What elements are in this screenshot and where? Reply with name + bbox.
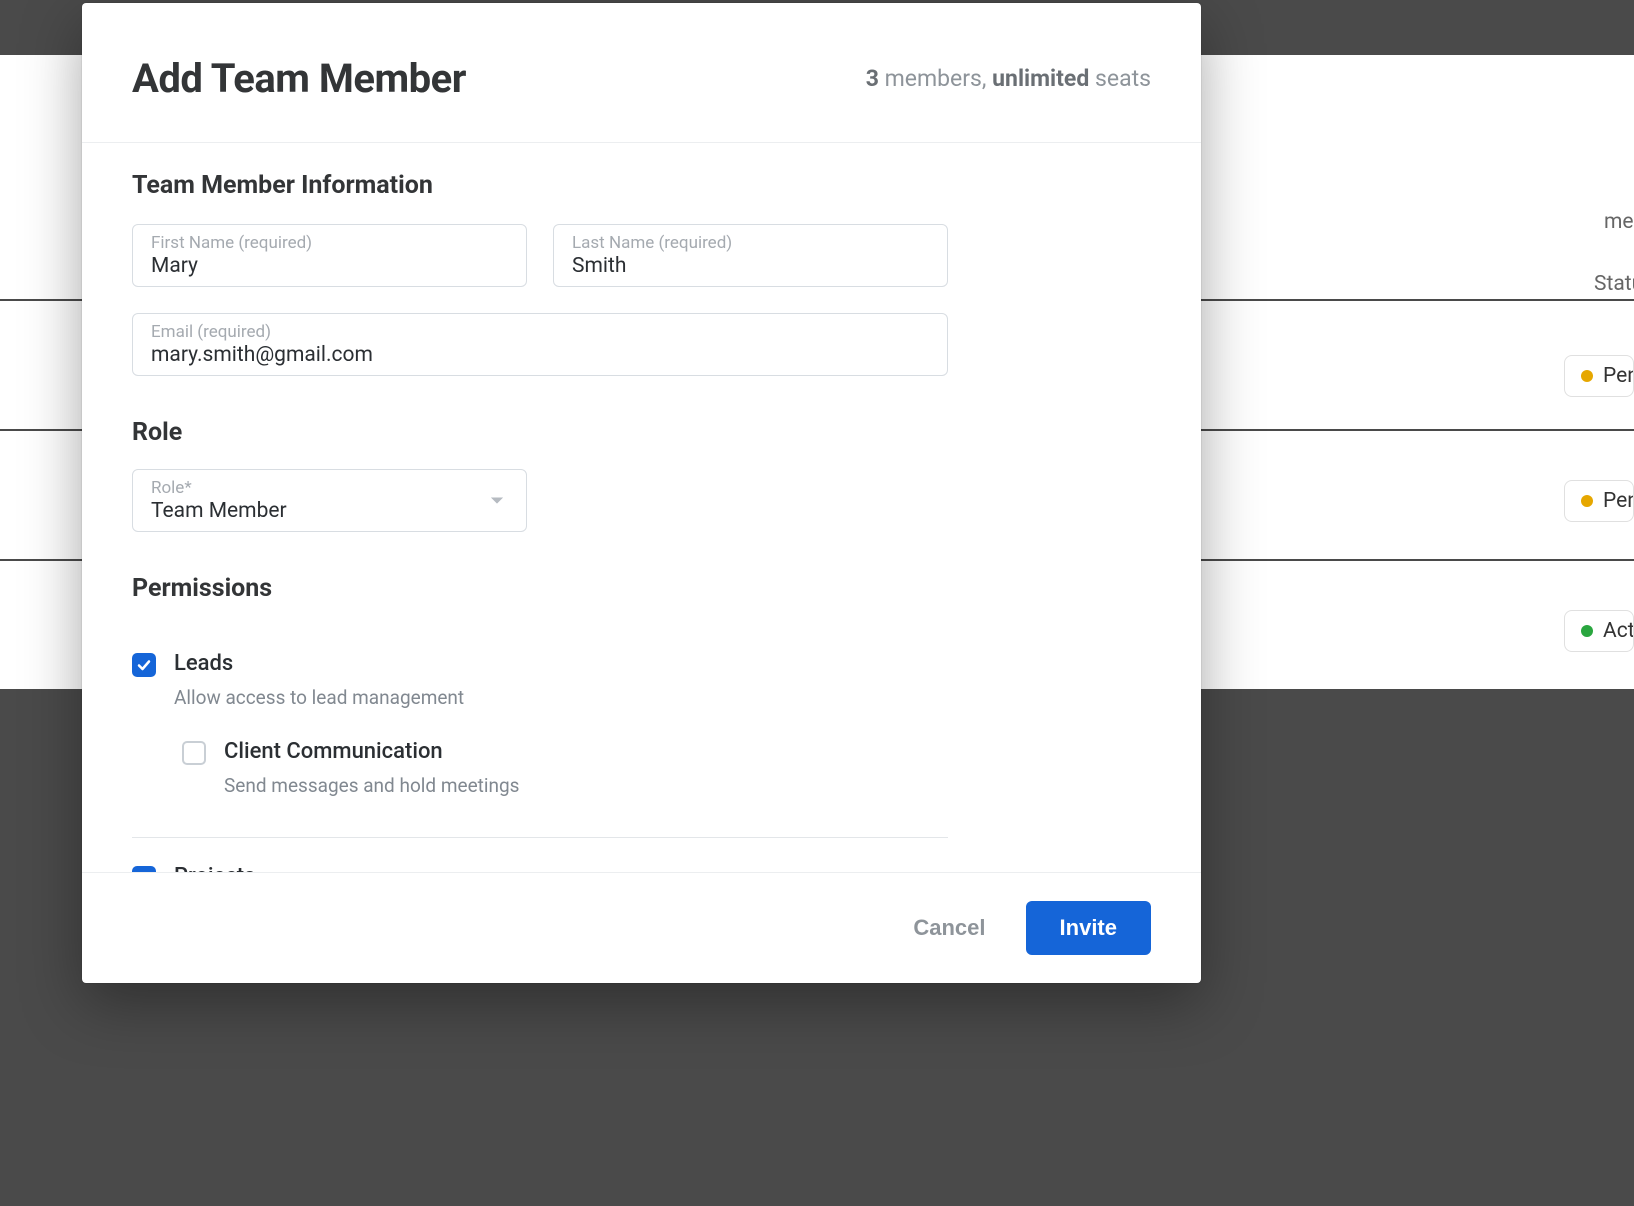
role-value: Team Member	[151, 499, 508, 523]
leads-description: Allow access to lead management	[174, 686, 464, 709]
modal-header: Add Team Member 3 members, unlimited sea…	[82, 3, 1201, 143]
leads-title: Leads	[174, 651, 464, 676]
first-name-field[interactable]: First Name (required)	[132, 224, 527, 287]
status-dot-icon	[1581, 370, 1593, 382]
last-name-input[interactable]	[572, 254, 929, 278]
modal-footer: Cancel Invite	[82, 872, 1201, 983]
permission-leads: Leads Allow access to lead management	[132, 651, 1151, 709]
modal-title: Add Team Member	[132, 55, 466, 102]
status-badge: Acti	[1564, 610, 1634, 652]
last-name-field[interactable]: Last Name (required)	[553, 224, 948, 287]
cancel-button[interactable]: Cancel	[913, 915, 985, 941]
add-team-member-modal: Add Team Member 3 members, unlimited sea…	[82, 3, 1201, 983]
bg-column-members: members	[1604, 210, 1634, 234]
email-input[interactable]	[151, 343, 929, 367]
status-dot-icon	[1581, 495, 1593, 507]
status-badge-text: Pen	[1603, 364, 1634, 388]
permission-client-communication: Client Communication Send messages and h…	[182, 739, 1151, 797]
status-badge-text: Acti	[1603, 619, 1634, 643]
modal-body: Team Member Information First Name (requ…	[82, 143, 1201, 872]
client-communication-title: Client Communication	[224, 739, 519, 764]
invite-button[interactable]: Invite	[1026, 901, 1151, 955]
status-badge-text: Pen	[1603, 489, 1634, 513]
projects-title: Projects	[174, 864, 255, 872]
leads-checkbox[interactable]	[132, 653, 156, 677]
section-heading-info: Team Member Information	[132, 171, 1151, 200]
client-communication-checkbox[interactable]	[182, 741, 206, 765]
first-name-label: First Name (required)	[151, 233, 508, 253]
member-count: 3	[866, 65, 879, 92]
section-heading-role: Role	[132, 418, 1151, 447]
status-badge: Pen	[1564, 355, 1634, 397]
email-label: Email (required)	[151, 322, 929, 342]
section-heading-permissions: Permissions	[132, 574, 1151, 603]
status-dot-icon	[1581, 625, 1593, 637]
status-badge: Pen	[1564, 480, 1634, 522]
last-name-label: Last Name (required)	[572, 233, 929, 253]
client-communication-description: Send messages and hold meetings	[224, 774, 519, 797]
first-name-input[interactable]	[151, 254, 508, 278]
check-icon	[136, 657, 152, 673]
email-field[interactable]: Email (required)	[132, 313, 948, 376]
seat-info: 3 members, unlimited seats	[866, 65, 1151, 92]
role-select[interactable]: Role* Team Member	[132, 469, 527, 532]
permission-projects: Projects	[132, 864, 1151, 872]
role-label: Role*	[151, 478, 508, 498]
bg-column-status: Status	[1594, 272, 1634, 296]
unlimited-label: unlimited	[992, 65, 1089, 92]
permission-divider	[132, 837, 948, 838]
